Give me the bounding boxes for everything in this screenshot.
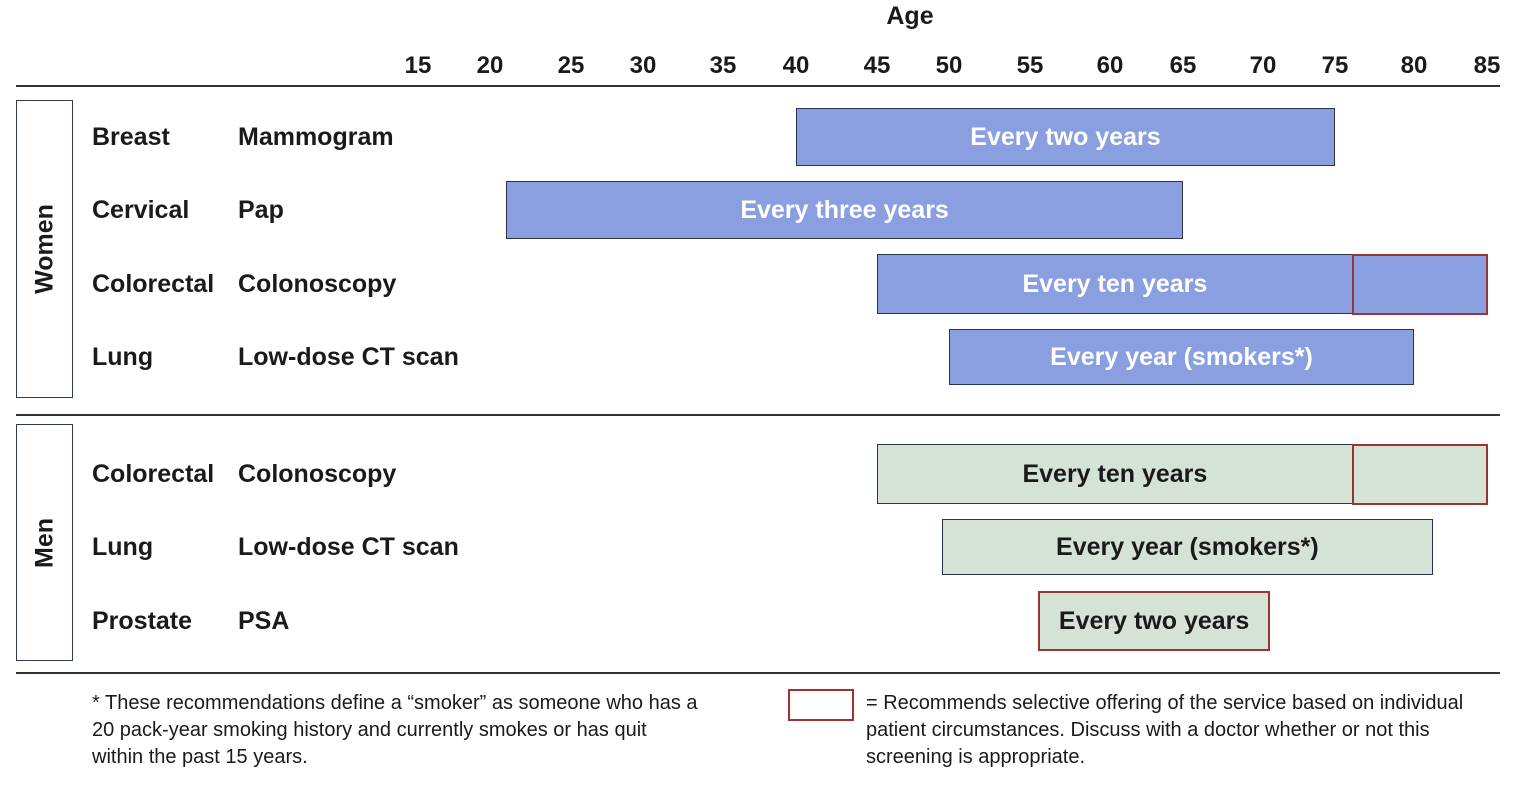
x-tick-label: 55 [1016,52,1044,79]
row-test-label: Colonoscopy [238,460,397,488]
range-bar: Every three years [506,181,1183,239]
row-cancer-label: Cervical [92,196,190,224]
bar-label: Every ten years [1022,269,1208,298]
x-tick-label: 65 [1169,52,1197,79]
row-cancer-label: Prostate [92,607,193,635]
x-tick-label: 35 [709,52,737,79]
row-test-label: Mammogram [238,123,394,151]
row-cancer-label: Breast [92,123,170,151]
selective-legend-swatch [788,689,854,721]
footer-divider [16,672,1500,674]
x-tick-label: 60 [1096,52,1124,79]
x-tick-label: 30 [629,52,657,79]
x-axis-title: Age [886,2,934,30]
row-cancer-label: Lung [92,533,154,561]
bar-label: Every ten years [1022,459,1208,488]
row-test-label: Pap [238,196,284,224]
row-test-label: Colonoscopy [238,270,397,298]
group-box-men: Men [16,424,73,661]
smoker-footnote: * These recommendations define a “smoker… [92,692,698,768]
x-tick-label: 75 [1321,52,1349,79]
x-tick-label: 20 [476,52,504,79]
row-test-label: Low-dose CT scan [238,343,459,371]
group-label-women: Women [30,204,58,294]
selective-segment [1351,253,1488,315]
bar-label: Every two years [970,122,1161,151]
row-cancer-label: Lung [92,343,154,371]
x-tick-label: 25 [557,52,585,79]
group-divider [16,414,1500,416]
bar-label: Every year (smokers*) [1050,342,1313,371]
row-test-label: Low-dose CT scan [238,533,459,561]
bar-label: Every three years [740,195,949,224]
row-cancer-label: Colorectal [92,270,215,298]
range-bar: Every two years [1038,591,1271,651]
range-bar: Every ten years [877,443,1488,505]
range-bar: Every two years [796,108,1335,166]
selective-legend-text: = Recommends selective offering of the s… [866,692,1464,768]
range-bar: Every year (smokers*) [949,329,1414,385]
x-tick-label: 15 [404,52,432,79]
row-test-label: PSA [238,607,290,635]
x-tick-label: 45 [863,52,891,79]
axis-divider [16,85,1500,87]
x-tick-label: 85 [1473,52,1501,79]
bar-label: Every year (smokers*) [1056,532,1319,561]
x-tick-label: 40 [782,52,810,79]
x-tick-label: 70 [1249,52,1277,79]
bar-label: Every two years [1058,606,1250,635]
x-tick-label: 80 [1400,52,1428,79]
group-box-women: Women [16,100,73,398]
x-tick-label: 50 [935,52,963,79]
group-label-men: Men [30,517,58,568]
selective-segment [1351,443,1488,505]
row-cancer-label: Colorectal [92,460,215,488]
range-bar: Every ten years [877,253,1488,315]
range-bar: Every year (smokers*) [941,519,1433,575]
